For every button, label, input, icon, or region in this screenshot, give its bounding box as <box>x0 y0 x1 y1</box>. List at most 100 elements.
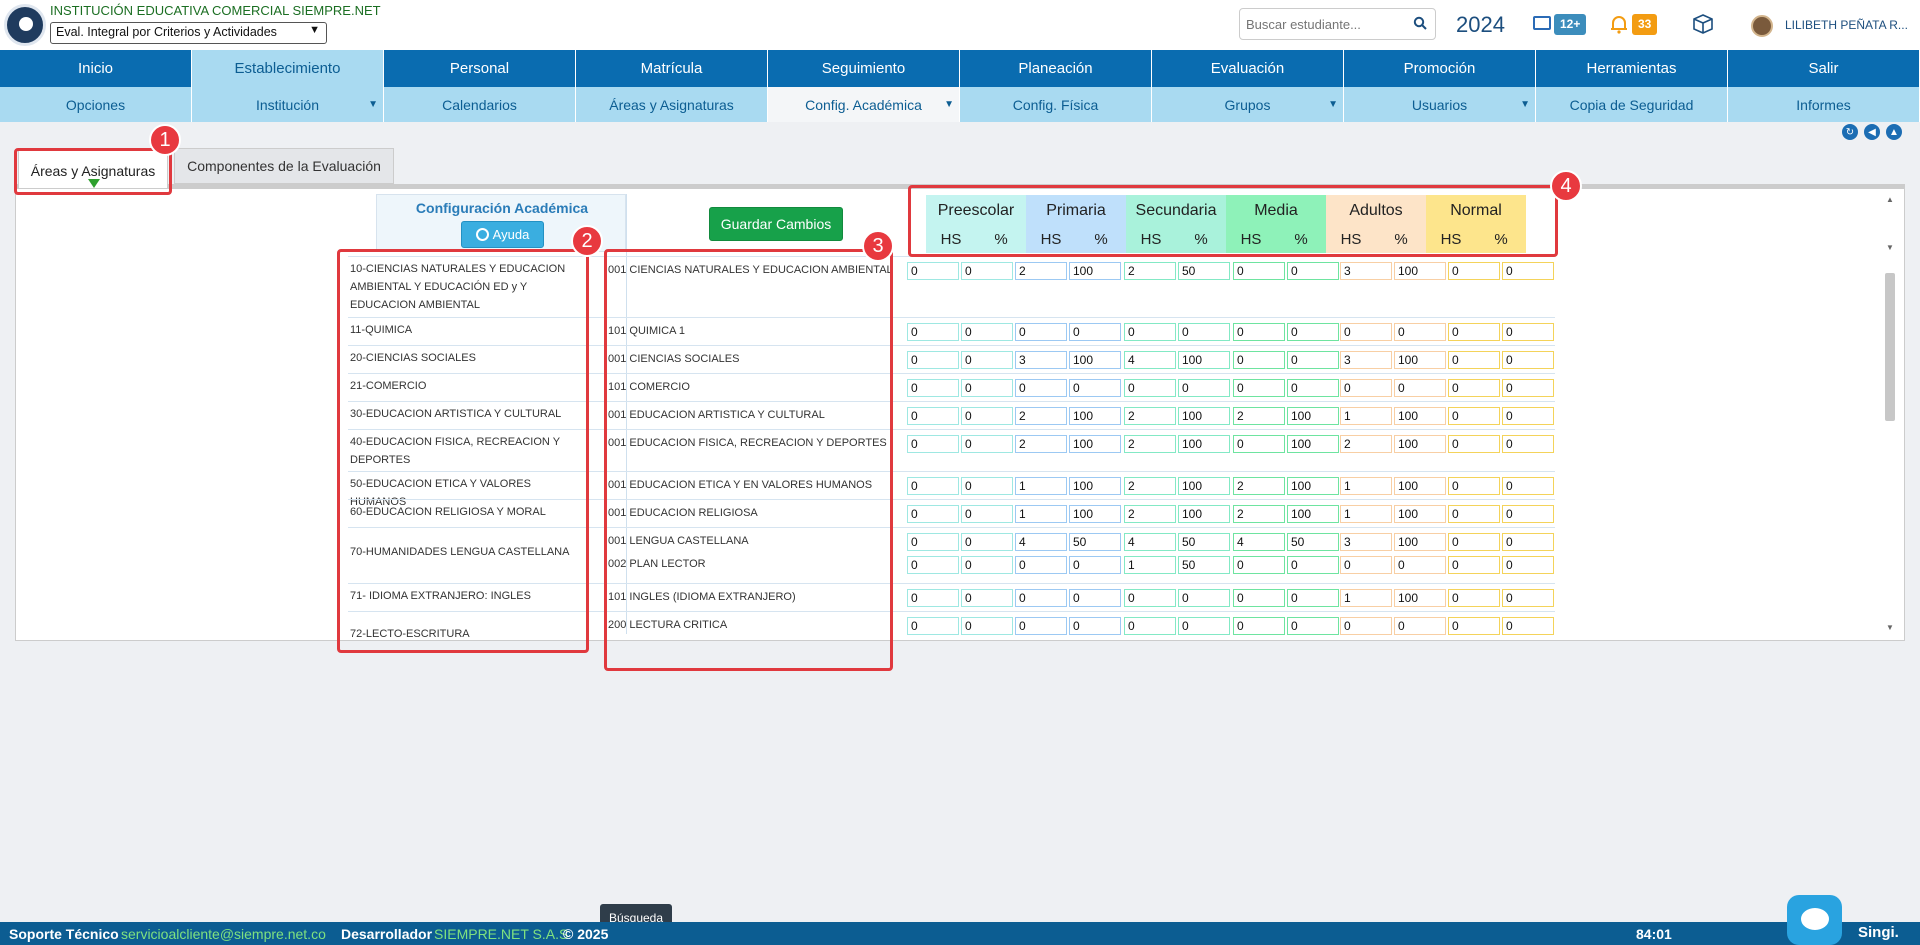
hours-percent-input[interactable]: 0 <box>961 262 1013 280</box>
hours-percent-input[interactable]: 0 <box>961 617 1013 635</box>
hours-percent-input[interactable]: 0 <box>1448 435 1500 453</box>
hours-percent-input[interactable]: 0 <box>1502 262 1554 280</box>
menu-matricula[interactable]: Matrícula <box>576 50 768 87</box>
save-changes-button[interactable]: Guardar Cambios <box>709 207 843 241</box>
hours-percent-input[interactable]: 0 <box>907 435 959 453</box>
evaluation-type-select[interactable]: Eval. Integral por Criterios y Actividad… <box>50 22 327 44</box>
hours-percent-input[interactable]: 2 <box>1124 407 1176 425</box>
hours-percent-input[interactable]: 0 <box>1233 435 1285 453</box>
hours-percent-input[interactable]: 0 <box>1069 617 1121 635</box>
hours-percent-input[interactable]: 0 <box>1448 323 1500 341</box>
hours-percent-input[interactable]: 0 <box>961 533 1013 551</box>
hours-percent-input[interactable]: 50 <box>1178 556 1230 574</box>
hours-percent-input[interactable]: 0 <box>1287 379 1339 397</box>
user-avatar[interactable] <box>1751 15 1773 37</box>
menu-evaluacion[interactable]: Evaluación <box>1152 50 1344 87</box>
hours-percent-input[interactable]: 100 <box>1394 589 1446 607</box>
hours-percent-input[interactable]: 2 <box>1233 505 1285 523</box>
hours-percent-input[interactable]: 50 <box>1178 262 1230 280</box>
hours-percent-input[interactable]: 2 <box>1124 435 1176 453</box>
up-icon[interactable]: ▲ <box>1886 124 1902 140</box>
menu-salir[interactable]: Salir <box>1728 50 1920 87</box>
hours-percent-input[interactable]: 0 <box>1394 556 1446 574</box>
hours-percent-input[interactable]: 0 <box>1448 407 1500 425</box>
hours-percent-input[interactable]: 0 <box>907 505 959 523</box>
hours-percent-input[interactable]: 0 <box>1448 505 1500 523</box>
hours-percent-input[interactable]: 1 <box>1124 556 1176 574</box>
hours-percent-input[interactable]: 1 <box>1340 589 1392 607</box>
scroll-down-icon[interactable]: ▼ <box>1886 243 1894 252</box>
hours-percent-input[interactable]: 0 <box>961 505 1013 523</box>
hours-percent-input[interactable]: 1 <box>1340 505 1392 523</box>
hours-percent-input[interactable]: 0 <box>1015 379 1067 397</box>
hours-percent-input[interactable]: 0 <box>1233 323 1285 341</box>
student-search-input[interactable] <box>1240 9 1400 39</box>
hours-percent-input[interactable]: 1 <box>1015 505 1067 523</box>
mail-count-badge[interactable]: 12+ <box>1554 14 1587 35</box>
hours-percent-input[interactable]: 0 <box>1340 556 1392 574</box>
hours-percent-input[interactable]: 0 <box>961 589 1013 607</box>
scroll-end-icon[interactable]: ▼ <box>1886 623 1894 632</box>
hours-percent-input[interactable]: 0 <box>1448 477 1500 495</box>
hours-percent-input[interactable]: 0 <box>907 262 959 280</box>
submenu-areas-asignaturas[interactable]: Áreas y Asignaturas <box>576 87 768 122</box>
back-icon[interactable]: ◀ <box>1864 124 1880 140</box>
menu-personal[interactable]: Personal <box>384 50 576 87</box>
hours-percent-input[interactable]: 2 <box>1233 407 1285 425</box>
hours-percent-input[interactable]: 0 <box>1015 323 1067 341</box>
hours-percent-input[interactable]: 0 <box>1124 323 1176 341</box>
hours-percent-input[interactable]: 0 <box>907 379 959 397</box>
hours-percent-input[interactable]: 100 <box>1178 505 1230 523</box>
hours-percent-input[interactable]: 0 <box>1502 477 1554 495</box>
hours-percent-input[interactable]: 50 <box>1287 533 1339 551</box>
hours-percent-input[interactable]: 4 <box>1124 351 1176 369</box>
menu-establecimiento[interactable]: Establecimiento <box>192 50 384 87</box>
hours-percent-input[interactable]: 0 <box>1448 533 1500 551</box>
hours-percent-input[interactable]: 100 <box>1069 351 1121 369</box>
student-search[interactable] <box>1239 8 1436 40</box>
hours-percent-input[interactable]: 0 <box>907 556 959 574</box>
hours-percent-input[interactable]: 0 <box>1394 379 1446 397</box>
user-name[interactable]: LILIBETH PEÑATA R... <box>1785 18 1908 32</box>
hours-percent-input[interactable]: 0 <box>1015 556 1067 574</box>
scrollbar-thumb[interactable] <box>1885 273 1895 421</box>
school-year[interactable]: 2024 <box>1456 12 1505 38</box>
menu-herramientas[interactable]: Herramientas <box>1536 50 1728 87</box>
hours-percent-input[interactable]: 0 <box>1502 323 1554 341</box>
hours-percent-input[interactable]: 0 <box>1502 617 1554 635</box>
hours-percent-input[interactable]: 0 <box>907 533 959 551</box>
hours-percent-input[interactable]: 0 <box>1502 379 1554 397</box>
hours-percent-input[interactable]: 0 <box>1233 556 1285 574</box>
help-button[interactable]: Ayuda <box>461 221 544 248</box>
menu-planeacion[interactable]: Planeación <box>960 50 1152 87</box>
hours-percent-input[interactable]: 0 <box>1178 379 1230 397</box>
hours-percent-input[interactable]: 2 <box>1124 262 1176 280</box>
hours-percent-input[interactable]: 0 <box>1502 351 1554 369</box>
search-icon[interactable] <box>1413 16 1427 30</box>
hours-percent-input[interactable]: 100 <box>1178 435 1230 453</box>
hours-percent-input[interactable]: 0 <box>1448 351 1500 369</box>
hours-percent-input[interactable]: 0 <box>1233 262 1285 280</box>
hours-percent-input[interactable]: 2 <box>1124 477 1176 495</box>
hours-percent-input[interactable]: 50 <box>1178 533 1230 551</box>
hours-percent-input[interactable]: 100 <box>1069 505 1121 523</box>
footer-support-email[interactable]: servicioalcliente@siempre.net.co <box>121 926 326 942</box>
hours-percent-input[interactable]: 0 <box>1178 589 1230 607</box>
hours-percent-input[interactable]: 0 <box>1233 617 1285 635</box>
hours-percent-input[interactable]: 0 <box>1340 617 1392 635</box>
hours-percent-input[interactable]: 0 <box>1340 323 1392 341</box>
hours-percent-input[interactable]: 100 <box>1069 262 1121 280</box>
hours-percent-input[interactable]: 100 <box>1287 435 1339 453</box>
hours-percent-input[interactable]: 4 <box>1015 533 1067 551</box>
mail-icon[interactable] <box>1533 16 1551 30</box>
hours-percent-input[interactable]: 0 <box>1124 589 1176 607</box>
hours-percent-input[interactable]: 0 <box>1448 556 1500 574</box>
hours-percent-input[interactable]: 0 <box>961 379 1013 397</box>
hours-percent-input[interactable]: 2 <box>1015 407 1067 425</box>
hours-percent-input[interactable]: 0 <box>1015 589 1067 607</box>
hours-percent-input[interactable]: 0 <box>1287 351 1339 369</box>
hours-percent-input[interactable]: 0 <box>1394 617 1446 635</box>
hours-percent-input[interactable]: 4 <box>1233 533 1285 551</box>
submenu-institucion[interactable]: Institución ▼ <box>192 87 384 122</box>
hours-percent-input[interactable]: 0 <box>1287 323 1339 341</box>
